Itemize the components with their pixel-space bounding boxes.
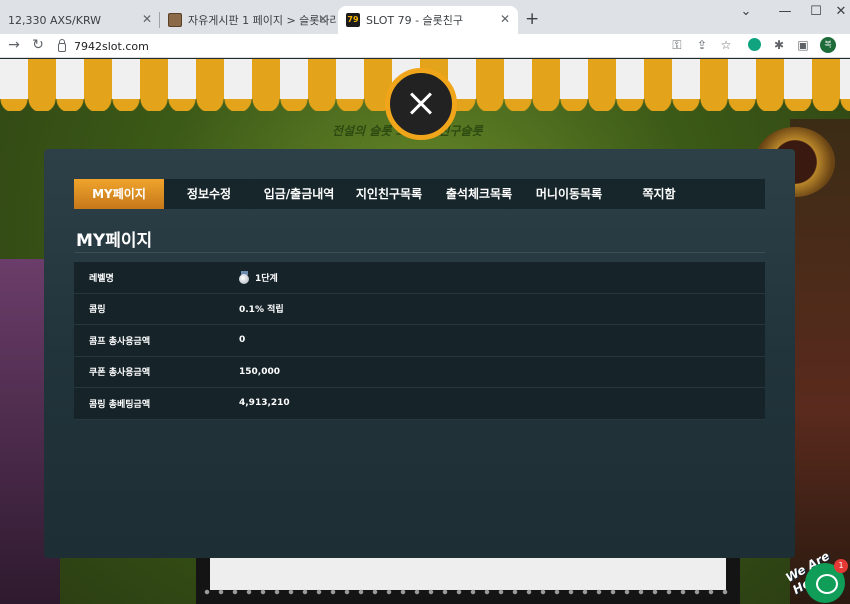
close-window-icon[interactable]: ✕ [831, 4, 850, 19]
slot79-favicon-icon: 79 [346, 13, 360, 27]
url-text: 7942slot.com [74, 39, 149, 53]
tab-mypage[interactable]: MY페이지 [74, 179, 164, 209]
row-label: 콤링 총베팅금액 [89, 399, 151, 410]
profile-avatar[interactable]: 복 [820, 37, 836, 53]
row-value: 4,913,210 [239, 398, 290, 409]
row-label: 레벨명 [89, 273, 114, 284]
row-value: 150,000 [239, 366, 280, 377]
side-panel-icon[interactable]: ▣ [795, 38, 811, 52]
browser-tab-axs[interactable]: 12,330 AXS/KRW ✕ [0, 6, 160, 34]
tab-edit-info[interactable]: 정보수정 [164, 179, 254, 209]
minimize-icon[interactable]: — [775, 4, 795, 19]
level-value: 1단계 [255, 273, 278, 284]
close-tab-icon[interactable]: ✕ [498, 12, 512, 26]
table-row: 콤링 총베팅금액 4,913,210 [74, 388, 765, 420]
address-bar[interactable]: 7942slot.com [58, 37, 658, 55]
tab-title: 12,330 AXS/KRW [8, 13, 102, 27]
table-row: 레벨명 1단계 [74, 262, 765, 294]
medal-icon [239, 270, 250, 284]
tab-money-transfer[interactable]: 머니이동목록 [524, 179, 614, 209]
new-tab-plus-icon[interactable]: + [525, 9, 539, 29]
tab-title: SLOT 79 - 슬롯친구 [366, 14, 464, 27]
tab-title: 자유게시판 1 페이지 > 슬롯나라 [188, 14, 336, 27]
bookmark-star-icon[interactable]: ☆ [718, 38, 734, 52]
tab-deposit-withdraw[interactable]: 입금/출금내역 [254, 179, 344, 209]
browser-tab-slot79[interactable]: 79 SLOT 79 - 슬롯친구 ✕ [338, 6, 518, 34]
chat-unread-badge: 1 [834, 559, 848, 573]
page-title: MY페이지 [76, 231, 153, 251]
row-label: 쿠폰 총사용금액 [89, 368, 151, 379]
table-row: 콤링 0.1% 적립 [74, 293, 765, 325]
back-arrow-icon[interactable]: → [6, 37, 22, 53]
row-value: 0 [239, 335, 246, 346]
mypage-menu: MY페이지 정보수정 입금/출금내역 지인친구목록 출석체크목록 머니이동목록 … [74, 179, 765, 209]
mypage-modal: MY페이지 정보수정 입금/출금내역 지인친구목록 출석체크목록 머니이동목록 … [44, 149, 795, 558]
tab-friend-list[interactable]: 지인친구목록 [344, 179, 434, 209]
tab-messages[interactable]: 쪽지함 [614, 179, 704, 209]
table-row: 콤프 총사용금액 0 [74, 325, 765, 357]
browser-tab-bar: 12,330 AXS/KRW ✕ 자유게시판 1 페이지 > 슬롯나라 ✕ 79… [0, 0, 850, 34]
maximize-icon[interactable]: ☐ [806, 4, 826, 19]
close-tab-icon[interactable]: ✕ [140, 12, 154, 26]
board-favicon-icon [168, 13, 182, 27]
share-icon[interactable]: ⇪ [694, 38, 710, 52]
key-icon[interactable]: ⚿ [669, 38, 685, 53]
marquee-lights [200, 589, 730, 595]
row-value: 1단계 [239, 270, 278, 284]
reload-icon[interactable]: ↻ [30, 37, 46, 53]
row-label: 콤프 총사용금액 [89, 336, 151, 347]
row-label: 콤링 [89, 305, 106, 316]
table-row: 쿠폰 총사용금액 150,000 [74, 356, 765, 388]
close-modal-button[interactable] [385, 68, 457, 140]
browser-tab-board[interactable]: 자유게시판 1 페이지 > 슬롯나라 ✕ [160, 6, 336, 34]
close-tab-icon[interactable]: ✕ [316, 12, 330, 26]
lock-icon [58, 38, 66, 52]
extensions-puzzle-icon[interactable]: ✱ [771, 38, 787, 52]
extension-green-icon[interactable] [748, 38, 761, 51]
tab-search-chevron-icon[interactable]: ⌄ [736, 4, 756, 19]
tab-attendance[interactable]: 출석체크목록 [434, 179, 524, 209]
browser-toolbar: → ↻ 7942slot.com ⚿ ⇪ ☆ ✱ ▣ [0, 34, 850, 58]
row-value: 0.1% 적립 [239, 305, 284, 316]
account-info-table: 레벨명 1단계 콤링 0.1% 적립 콤프 총사용금액 0 쿠폰 총사용금액 1… [74, 262, 765, 420]
jackpot-display [210, 557, 726, 590]
title-divider [74, 252, 765, 253]
